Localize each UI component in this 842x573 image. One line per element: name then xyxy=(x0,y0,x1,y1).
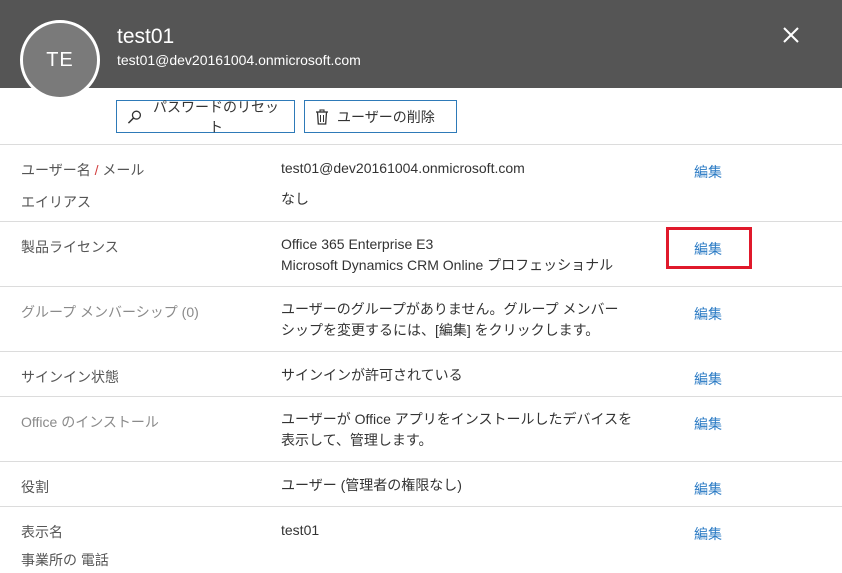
groups-label-text: グループ メンバーシップ xyxy=(21,304,178,320)
row-groups: グループ メンバーシップ (0) ユーザーのグループがありません。グループ メン… xyxy=(0,287,842,352)
office-install-value: ユーザーが Office アプリをインストールしたデバイスを 表示して、管理しま… xyxy=(281,409,632,451)
groups-label: グループ メンバーシップ (0) xyxy=(21,302,199,322)
office-install-line: ユーザーが Office アプリをインストールしたデバイスを xyxy=(281,411,633,427)
edit-office-install-link[interactable]: 編集 xyxy=(694,414,722,434)
avatar: TE xyxy=(20,20,100,100)
display-name-label: 表示名 xyxy=(21,524,63,540)
reset-password-label: パスワードのリセット xyxy=(153,98,280,135)
edit-license-link[interactable]: 編集 xyxy=(694,239,722,259)
office-install-label: Office のインストール xyxy=(21,414,159,430)
user-email: test01@dev20161004.onmicrosoft.com xyxy=(117,52,361,68)
close-button[interactable] xyxy=(778,22,804,48)
user-properties-list: ユーザー名 / メール test01@dev20161004.onmicroso… xyxy=(0,145,842,573)
user-display-name: test01 xyxy=(117,25,175,48)
role-value: ユーザー (管理者の権限なし) xyxy=(281,477,462,493)
groups-line: シップを変更するには、[編集] をクリックします。 xyxy=(281,322,600,338)
signin-label: サインイン状態 xyxy=(21,369,119,385)
license-line: Office 365 Enterprise E3 xyxy=(281,236,434,252)
edit-role-link[interactable]: 編集 xyxy=(694,479,722,499)
delete-user-label: ユーザーの削除 xyxy=(337,108,435,125)
alias-value: なし xyxy=(281,191,309,207)
reset-password-button[interactable]: パスワードのリセット xyxy=(116,99,295,135)
delete-user-button[interactable]: ユーザーの削除 xyxy=(304,100,457,133)
user-actions-toolbar: パスワードのリセット ユーザーの削除 xyxy=(116,99,457,135)
office-install-line: 表示して、管理します。 xyxy=(281,432,433,448)
search-key-icon xyxy=(127,109,142,124)
license-value: Office 365 Enterprise E3 Microsoft Dynam… xyxy=(281,234,613,276)
row-license: 製品ライセンス Office 365 Enterprise E3 Microso… xyxy=(0,222,842,287)
edit-groups-link[interactable]: 編集 xyxy=(694,304,722,324)
groups-line: ユーザーのグループがありません。グループ メンバー xyxy=(281,301,619,317)
user-panel-header: TE test01 test01@dev20161004.onmicrosoft… xyxy=(0,0,842,100)
username-label: ユーザー名 / メール xyxy=(21,160,144,180)
role-label: 役割 xyxy=(21,479,49,495)
row-office-install: Office のインストール ユーザーが Office アプリをインストールした… xyxy=(0,397,842,462)
close-icon xyxy=(783,27,799,43)
alias-label: エイリアス xyxy=(21,194,91,210)
email-label-text: メール xyxy=(102,162,145,178)
trash-icon xyxy=(316,108,328,125)
edit-display-name-link[interactable]: 編集 xyxy=(694,524,722,544)
username-value: test01@dev20161004.onmicrosoft.com xyxy=(281,160,525,176)
license-line: Microsoft Dynamics CRM Online プロフェッショナル xyxy=(281,257,614,273)
label-separator: / xyxy=(90,162,103,178)
groups-value: ユーザーのグループがありません。グループ メンバー シップを変更するには、[編集… xyxy=(281,299,619,341)
row-username-alias: ユーザー名 / メール test01@dev20161004.onmicroso… xyxy=(0,145,842,222)
signin-value: サインインが許可されている xyxy=(281,367,463,383)
username-label-text: ユーザー名 xyxy=(21,162,91,178)
groups-count: (0) xyxy=(181,304,199,320)
edit-username-link[interactable]: 編集 xyxy=(694,162,722,182)
row-role: 役割 ユーザー (管理者の権限なし) 編集 xyxy=(0,462,842,507)
office-phone-label: 事業所の 電話 xyxy=(21,552,109,568)
edit-signin-link[interactable]: 編集 xyxy=(694,369,722,389)
row-signin: サインイン状態 サインインが許可されている 編集 xyxy=(0,352,842,397)
row-display-name: 表示名 事業所の 電話 test01 編集 xyxy=(0,507,842,573)
license-label: 製品ライセンス xyxy=(21,239,119,255)
display-name-value: test01 xyxy=(281,522,320,538)
